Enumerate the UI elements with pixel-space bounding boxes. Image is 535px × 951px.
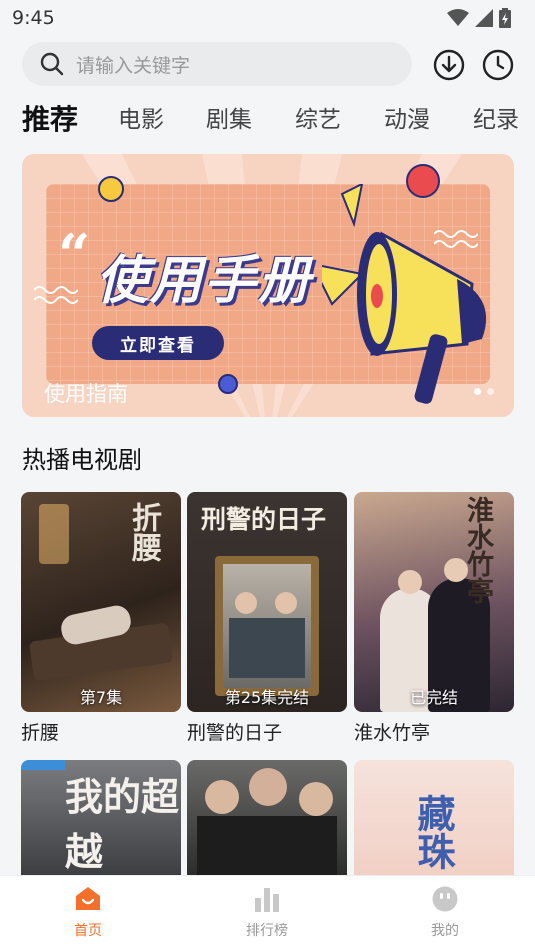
poster-image[interactable]: 刑警的日子 第25集完结 bbox=[187, 492, 347, 712]
nav-label: 首页 bbox=[74, 923, 102, 939]
home-icon bbox=[76, 887, 100, 910]
search-input[interactable]: 请输入关键字 bbox=[76, 51, 190, 78]
megaphone-icon bbox=[322, 184, 487, 404]
wave-decor-icon bbox=[434, 230, 478, 248]
circle-decor-icon bbox=[218, 374, 238, 394]
smiley-icon bbox=[432, 886, 458, 912]
nav-ranking[interactable]: 排行榜 bbox=[227, 886, 307, 940]
tab-recommend[interactable]: 推荐 bbox=[22, 98, 78, 142]
poster-title: 刑警的日子 bbox=[201, 505, 327, 534]
tab-variety[interactable]: 综艺 bbox=[295, 98, 341, 142]
poster-title: 折腰 bbox=[126, 502, 161, 562]
search-row: 请输入关键字 bbox=[0, 42, 535, 88]
drama-card[interactable]: 折腰 第7集 折腰 bbox=[21, 492, 181, 745]
clock-icon bbox=[482, 49, 514, 81]
nav-profile[interactable]: 我的 bbox=[405, 886, 485, 940]
carousel-dot[interactable] bbox=[487, 388, 494, 395]
carousel-dot[interactable] bbox=[474, 388, 481, 395]
poster-title: 淮水竹亭 bbox=[462, 496, 493, 604]
quote-mark: “ bbox=[58, 222, 91, 288]
circle-decor-icon bbox=[98, 176, 124, 202]
poster-title: 我的超越 bbox=[65, 774, 180, 874]
view-now-button[interactable]: 立即查看 bbox=[92, 326, 224, 360]
drama-title[interactable]: 刑警的日子 bbox=[187, 718, 347, 745]
drama-card[interactable]: 刑警的日子 第25集完结 刑警的日子 bbox=[187, 492, 347, 745]
poster-image[interactable]: 折腰 第7集 bbox=[21, 492, 181, 712]
drama-title[interactable]: 折腰 bbox=[21, 718, 181, 745]
bar-chart-icon bbox=[255, 888, 279, 912]
episode-badge: 第25集完结 bbox=[224, 688, 310, 707]
search-icon bbox=[40, 52, 64, 76]
poster-image[interactable]: 淮水竹亭 已完结 bbox=[354, 492, 514, 712]
wifi-icon bbox=[447, 9, 469, 26]
download-button[interactable] bbox=[432, 48, 466, 82]
nav-home[interactable]: 首页 bbox=[48, 886, 128, 940]
promo-banner[interactable]: “ 使用手册 立即查看 使用指南 bbox=[22, 154, 514, 417]
status-time: 9:45 bbox=[12, 7, 55, 29]
banner-caption: 使用指南 bbox=[44, 382, 128, 406]
tab-movies[interactable]: 电影 bbox=[118, 98, 164, 142]
tab-documentary[interactable]: 纪录 bbox=[473, 98, 519, 142]
episode-badge: 已完结 bbox=[409, 688, 458, 707]
wave-decor-icon bbox=[34, 286, 78, 304]
drama-card[interactable]: 我的超越 bbox=[21, 760, 181, 880]
nav-label: 排行榜 bbox=[246, 923, 288, 939]
status-icons bbox=[447, 8, 511, 28]
search-box[interactable]: 请输入关键字 bbox=[22, 42, 412, 86]
banner-title: 使用手册 bbox=[96, 251, 313, 311]
drama-card[interactable]: 藏珠 bbox=[354, 760, 514, 880]
drama-title[interactable]: 淮水竹亭 bbox=[354, 718, 514, 745]
history-button[interactable] bbox=[481, 48, 515, 82]
drama-card[interactable]: 淮水竹亭 已完结 淮水竹亭 bbox=[354, 492, 514, 745]
tab-anime[interactable]: 动漫 bbox=[384, 98, 430, 142]
bottom-nav: 首页 排行榜 我的 bbox=[0, 875, 535, 951]
battery-icon bbox=[499, 8, 511, 28]
status-bar: 9:45 bbox=[0, 0, 535, 36]
poster-title: 藏珠 bbox=[411, 794, 456, 870]
signal-icon bbox=[475, 9, 493, 27]
tab-series[interactable]: 剧集 bbox=[206, 98, 252, 142]
nav-label: 我的 bbox=[431, 923, 459, 939]
category-tabs: 推荐 电影 剧集 综艺 动漫 纪录 bbox=[0, 98, 535, 142]
section-title: 热播电视剧 bbox=[22, 446, 142, 474]
carousel-dots bbox=[474, 388, 494, 395]
download-icon bbox=[433, 49, 465, 81]
episode-badge: 第7集 bbox=[79, 688, 123, 707]
drama-card[interactable] bbox=[187, 760, 347, 880]
